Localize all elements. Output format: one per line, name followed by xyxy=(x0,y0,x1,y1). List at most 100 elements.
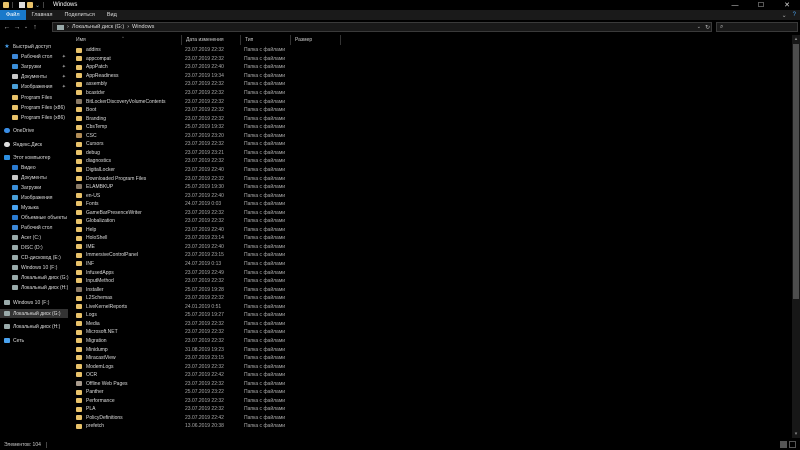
sidebar-item[interactable]: Program Files (x86) xyxy=(0,113,68,122)
column-header-date[interactable]: Дата изменения xyxy=(182,35,241,45)
properties-icon[interactable] xyxy=(19,2,25,8)
file-row[interactable]: DigitalLocker 23.07.2019 22:40 Папка с фай… xyxy=(72,166,792,175)
file-row[interactable]: PLA 23.07.2019 22:32 Папка с файлами xyxy=(72,405,792,414)
file-row[interactable]: LiveKernelReports 24.01.2019 0:51 Папка с … xyxy=(72,303,792,312)
sidebar-item[interactable]: Видео xyxy=(0,163,68,172)
sidebar-item[interactable]: Windows 10 (F:) xyxy=(0,298,68,307)
back-button[interactable]: ← xyxy=(2,22,12,32)
file-row[interactable]: Branding 23.07.2019 22:32 Папка с файлами xyxy=(72,114,792,123)
sidebar-item[interactable]: Локальный диск (H:) xyxy=(0,283,68,292)
file-row[interactable]: AppReadiness 23.07.2019 19:34 Папка с файл… xyxy=(72,72,792,81)
tab-file[interactable]: Файл xyxy=(0,10,26,20)
sidebar-item[interactable]: CD-дисковод (E:) xyxy=(0,253,68,262)
file-row[interactable]: IME 23.07.2019 22:40 Папка с файлами xyxy=(72,243,792,252)
sidebar-item[interactable]: Program Files xyxy=(0,93,68,102)
file-row[interactable]: ImmersiveControlPanel 23.07.2019 23:15 Пап… xyxy=(72,251,792,260)
file-row[interactable]: CSC 23.07.2019 23:20 Папка с файлами xyxy=(72,132,792,141)
column-header-size[interactable]: Размер xyxy=(291,35,341,45)
sidebar-item[interactable]: Acer (C:) xyxy=(0,233,68,242)
expand-ribbon-icon[interactable]: ⌄ xyxy=(782,12,787,19)
sidebar-item[interactable]: Загрузки ✦ xyxy=(0,62,68,71)
sidebar-item[interactable]: OneDrive xyxy=(0,126,68,135)
sidebar-item[interactable]: Локальный диск (G:) xyxy=(0,273,69,282)
file-row[interactable]: Microsoft.NET 23.07.2019 22:32 Папка с фай… xyxy=(72,328,792,337)
sidebar-item[interactable]: ★ Быстрый доступ xyxy=(0,42,68,51)
forward-button[interactable]: → xyxy=(12,22,22,32)
file-row[interactable]: debug 23.07.2019 23:21 Папка с файлами xyxy=(72,149,792,158)
scroll-down-button[interactable]: ▾ xyxy=(792,430,800,438)
sidebar-item[interactable]: Яндекс.Диск xyxy=(0,140,68,149)
sidebar-item[interactable]: Рабочий стол ✦ xyxy=(0,52,68,61)
sidebar-item[interactable]: Сеть xyxy=(0,336,68,345)
file-row[interactable]: Migration 23.07.2019 22:32 Папка с файлами xyxy=(72,337,792,346)
new-folder-icon[interactable] xyxy=(27,2,33,8)
file-row[interactable]: prefetch 13.06.2019 20:38 Папка с файлами xyxy=(72,422,792,431)
sidebar-item[interactable]: Этот компьютер xyxy=(0,153,68,162)
sidebar-item[interactable]: Локальный диск (H:) xyxy=(0,322,68,331)
sidebar-item[interactable]: Документы ✦ xyxy=(0,72,68,81)
breadcrumb-folder[interactable]: Windows xyxy=(132,24,154,30)
vertical-scrollbar[interactable]: ▴ ▾ xyxy=(792,35,800,438)
details-view-button[interactable] xyxy=(780,441,787,448)
search-input[interactable]: ⌕ xyxy=(716,22,798,32)
file-row[interactable]: OCR 23.07.2019 22:42 Папка с файлами xyxy=(72,371,792,380)
file-row[interactable]: InfusedApps 23.07.2019 22:49 Папка с файла… xyxy=(72,268,792,277)
file-row[interactable]: PolicyDefinitions 23.07.2019 22:42 Папка с… xyxy=(72,414,792,423)
sidebar-item[interactable]: Документы xyxy=(0,173,68,182)
file-row[interactable]: HoloShell 23.07.2019 23:14 Папка с файлами xyxy=(72,234,792,243)
scroll-thumb[interactable] xyxy=(793,44,799,299)
tab-view[interactable]: Вид xyxy=(101,10,123,20)
column-header-name[interactable]: Имя xyxy=(72,35,182,45)
file-row[interactable]: Media 23.07.2019 22:32 Папка с файлами xyxy=(72,320,792,329)
sidebar-item[interactable]: Музыка xyxy=(0,203,68,212)
tab-share[interactable]: Поделиться xyxy=(58,10,100,20)
large-icons-view-button[interactable] xyxy=(789,441,796,448)
sidebar-item[interactable]: Объемные объекты xyxy=(0,213,68,222)
recent-locations-button[interactable]: ⌄ xyxy=(22,22,30,32)
file-row[interactable]: addins 23.07.2019 22:32 Папка с файлами xyxy=(72,46,792,55)
file-row[interactable]: assembly 23.07.2019 22:32 Папка с файлами xyxy=(72,80,792,89)
file-row[interactable]: Minidump 31.08.2019 19:23 Папка с файлами xyxy=(72,345,792,354)
sidebar-item[interactable]: Загрузки xyxy=(0,183,68,192)
sidebar-item[interactable]: Рабочий стол xyxy=(0,223,68,232)
address-bar[interactable]: › Локальный диск (G:) › Windows ⌄ ↻ xyxy=(52,22,712,32)
close-button[interactable]: ✕ xyxy=(774,0,800,10)
file-row[interactable]: Performance 23.07.2019 22:32 Папка с файла… xyxy=(72,397,792,406)
file-row[interactable]: Boot 23.07.2019 22:32 Папка с файлами xyxy=(72,106,792,115)
file-row[interactable]: Panther 25.07.2019 23:22 Папка с файлами xyxy=(72,388,792,397)
file-row[interactable]: Downloaded Program Files 23.07.2019 22:32… xyxy=(72,174,792,183)
customize-quick-access-icon[interactable]: ⌄ xyxy=(35,2,40,9)
file-row[interactable]: en-US 23.07.2019 22:40 Папка с файлами xyxy=(72,191,792,200)
file-row[interactable]: bcastdvr 23.07.2019 22:32 Папка с файлами xyxy=(72,89,792,98)
refresh-button[interactable]: ↻ xyxy=(705,23,710,31)
file-row[interactable]: ModemLogs 23.07.2019 22:32 Папка с файлами xyxy=(72,362,792,371)
file-row[interactable]: appcompat 23.07.2019 22:32 Папка с файлами xyxy=(72,55,792,64)
file-row[interactable]: L2Schemas 23.07.2019 22:32 Папка с файлами xyxy=(72,294,792,303)
sidebar-item[interactable]: Локальный диск (G:) xyxy=(0,309,68,318)
scroll-up-button[interactable]: ▴ xyxy=(792,35,800,43)
breadcrumb-separator[interactable]: › xyxy=(127,24,129,30)
file-row[interactable]: diagnostics 23.07.2019 22:32 Папка с файла… xyxy=(72,157,792,166)
file-row[interactable]: Logs 25.07.2019 19:27 Папка с файлами xyxy=(72,311,792,320)
file-row[interactable]: Fonts 24.07.2019 0:03 Папка с файлами xyxy=(72,200,792,209)
file-row[interactable]: AppPatch 23.07.2019 22:40 Папка с файлами xyxy=(72,63,792,72)
file-row[interactable]: InputMethod 23.07.2019 22:32 Папка с файла… xyxy=(72,277,792,286)
sidebar-item[interactable]: Изображения xyxy=(0,193,68,202)
file-row[interactable]: ELAMBKUP 25.07.2019 19:30 Папка с файлами xyxy=(72,183,792,192)
file-row[interactable]: Globalization 23.07.2019 22:32 Папка с фай… xyxy=(72,217,792,226)
file-row[interactable]: INF 24.07.2019 0:13 Папка с файлами xyxy=(72,260,792,269)
help-icon[interactable]: ? xyxy=(793,12,796,18)
sidebar-item[interactable]: Program Files (x86) xyxy=(0,103,68,112)
breadcrumb-separator[interactable]: › xyxy=(67,24,69,30)
file-row[interactable]: Cursors 23.07.2019 22:32 Папка с файлами xyxy=(72,140,792,149)
sidebar-item[interactable]: DISC (D:) xyxy=(0,243,68,252)
address-dropdown-button[interactable]: ⌄ xyxy=(697,23,701,31)
tab-home[interactable]: Главная xyxy=(26,10,59,20)
file-row[interactable]: Installer 25.07.2019 19:28 Папка с файлами xyxy=(72,285,792,294)
file-row[interactable]: CbsTemp 25.07.2019 19:32 Папка с файлами xyxy=(72,123,792,132)
minimize-button[interactable]: — xyxy=(722,0,748,10)
breadcrumb-drive[interactable]: Локальный диск (G:) xyxy=(72,24,124,30)
file-row[interactable]: BitLockerDiscoveryVolumeContents 23.07.20… xyxy=(72,97,792,106)
file-row[interactable]: Offline Web Pages 23.07.2019 22:32 Папка с… xyxy=(72,379,792,388)
file-row[interactable]: MiracastView 23.07.2019 23:15 Папка с файл… xyxy=(72,354,792,363)
